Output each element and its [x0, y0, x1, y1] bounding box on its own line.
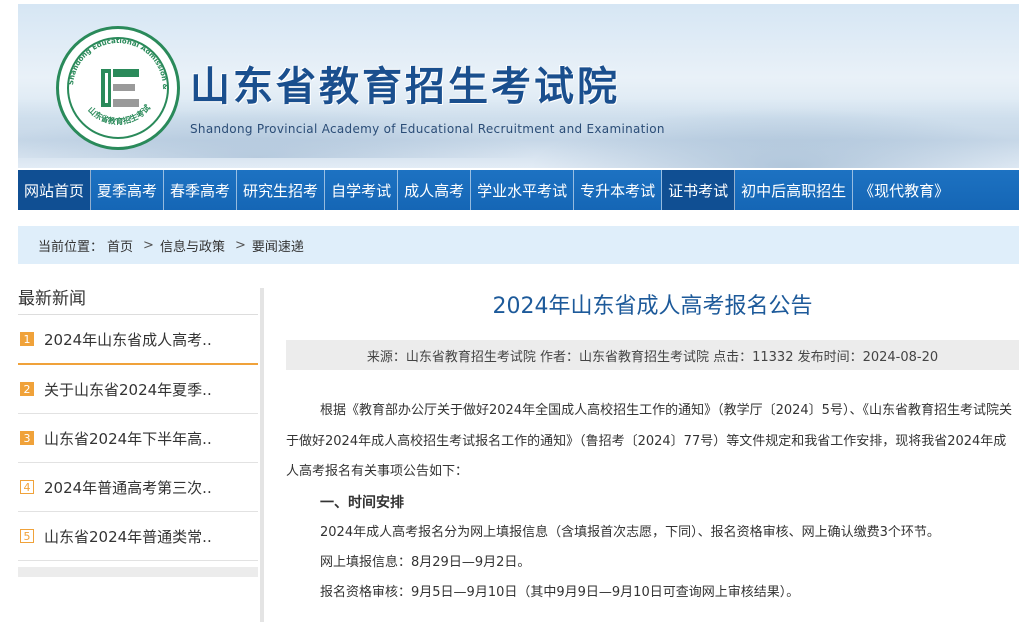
breadcrumb: 当前位置： 首页 > 信息与政策 > 要闻速递	[18, 226, 1019, 264]
nav-item-certificate-exam[interactable]: 证书考试	[662, 170, 736, 210]
breadcrumb-news-link[interactable]: 要闻速递	[252, 236, 304, 255]
article-line: 2024年成人高考报名分为网上填报信息（含填报首次志愿，下同）、报名资格审核、网…	[320, 524, 940, 540]
nav-item-upgrade-exam[interactable]: 专升本考试	[574, 170, 663, 210]
sidebar-news-item[interactable]: 5 山东省2024年普通类常..	[18, 512, 258, 561]
main-nav: 网站首页 夏季高考 春季高考 研究生招考 自学考试 成人高考 学业水平考试 专升…	[18, 170, 1019, 210]
news-item-title[interactable]: 山东省2024年普通类常..	[44, 526, 212, 547]
article-intro-paragraph: 根据《教育部办公厅关于做好2024年全国成人高校招生工作的通知》（教学厅〔202…	[286, 403, 1012, 479]
nav-item-adult-exam[interactable]: 成人高考	[398, 170, 472, 210]
news-item-title[interactable]: 关于山东省2024年夏季..	[44, 379, 212, 400]
breadcrumb-separator: >	[234, 237, 246, 253]
article-meta-text: 来源：山东省教育招生考试院 作者：山东省教育招生考试院 点击：11332 发布时…	[366, 349, 939, 365]
article-line: 网上填报信息：8月29日—9月2日。	[320, 554, 531, 570]
news-item-title[interactable]: 2024年普通高考第三次..	[44, 477, 212, 498]
nav-item-self-study-exam[interactable]: 自学考试	[325, 170, 399, 210]
nav-item-spring-exam[interactable]: 春季高考	[164, 170, 238, 210]
nav-item-vocational-admission[interactable]: 初中后高职招生	[735, 170, 854, 210]
article-body: 根据《教育部办公厅关于做好2024年全国成人高校招生工作的通知》（教学厅〔202…	[286, 396, 1016, 608]
news-rank-badge: 5	[20, 529, 34, 543]
breadcrumb-policy-link[interactable]: 信息与政策	[160, 236, 225, 255]
site-logo[interactable]: Shandong Educational Admission & Examina…	[56, 26, 180, 150]
site-subtitle: Shandong Provincial Academy of Education…	[190, 122, 665, 136]
news-rank-badge: 2	[20, 382, 34, 396]
article-line: 报名资格审核：9月5日—9月10日（其中9月9日—9月10日可查询网上审核结果）…	[320, 584, 800, 600]
nav-item-summer-exam[interactable]: 夏季高考	[91, 170, 165, 210]
breadcrumb-separator: >	[143, 237, 154, 253]
column-divider	[260, 288, 264, 622]
breadcrumb-prefix: 当前位置：	[38, 239, 104, 255]
sidebar-latest-news: 最新新闻 1 2024年山东省成人高考.. 2 关于山东省2024年夏季.. 3…	[18, 284, 258, 577]
breadcrumb-home-link[interactable]: 首页	[107, 236, 133, 255]
article-meta: 来源：山东省教育招生考试院 作者：山东省教育招生考试院 点击：11332 发布时…	[286, 340, 1019, 370]
nav-item-modern-education[interactable]: 《现代教育》	[853, 170, 955, 210]
news-rank-badge: 4	[20, 480, 34, 494]
news-item-title[interactable]: 2024年山东省成人高考..	[44, 329, 212, 350]
news-rank-badge: 1	[20, 332, 34, 346]
sidebar-news-item[interactable]: 4 2024年普通高考第三次..	[18, 463, 258, 512]
sidebar-news-item[interactable]: 2 关于山东省2024年夏季..	[18, 365, 258, 414]
nav-item-graduate-exam[interactable]: 研究生招考	[237, 170, 326, 210]
sidebar-news-list: 1 2024年山东省成人高考.. 2 关于山东省2024年夏季.. 3 山东省2…	[18, 314, 258, 561]
sidebar-title: 最新新闻	[18, 289, 86, 309]
banner-mountain-right	[529, 108, 1019, 168]
news-rank-badge: 3	[20, 431, 34, 445]
news-item-title[interactable]: 山东省2024年下半年高..	[44, 428, 212, 449]
sidebar-news-item[interactable]: 1 2024年山东省成人高考..	[18, 315, 258, 365]
section-heading: 一、时间安排	[320, 494, 404, 511]
nav-item-home[interactable]: 网站首页	[18, 170, 92, 210]
sidebar-footer-bar	[18, 567, 258, 577]
nav-item-proficiency-exam[interactable]: 学业水平考试	[471, 170, 575, 210]
site-title: 山东省教育招生考试院	[190, 64, 620, 110]
logo-e-emblem-icon	[101, 69, 139, 107]
header-banner: Shandong Educational Admission & Examina…	[18, 4, 1019, 168]
sidebar-news-item[interactable]: 3 山东省2024年下半年高..	[18, 414, 258, 463]
article-title: 2024年山东省成人高考报名公告	[492, 294, 813, 319]
